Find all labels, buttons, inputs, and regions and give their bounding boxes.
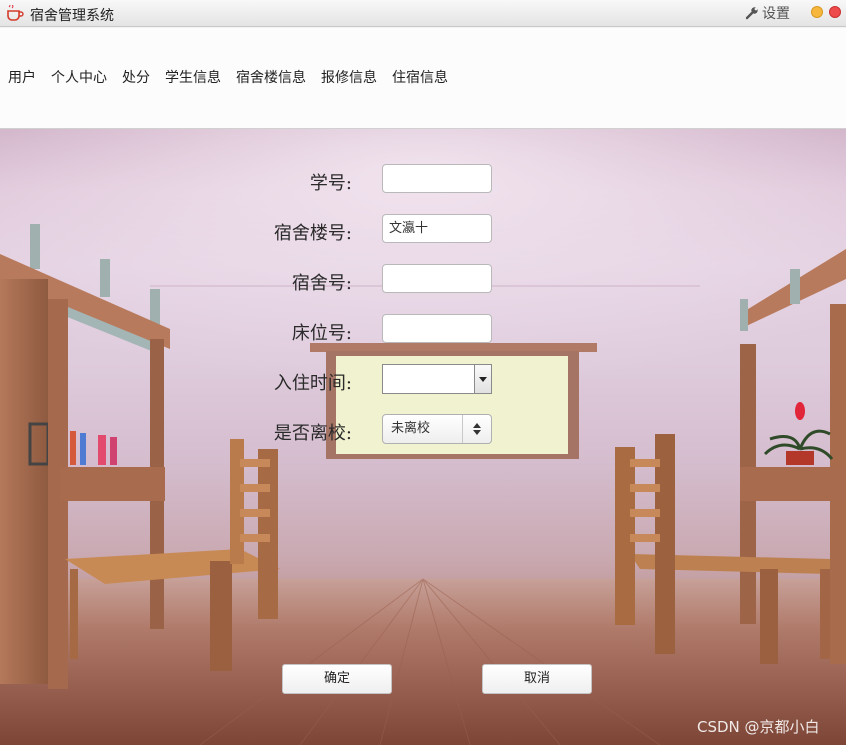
menu-item-repair-info[interactable]: 报修信息 — [313, 68, 384, 88]
left-school-select[interactable]: 未离校 — [382, 414, 492, 444]
student-id-label: 学号: — [309, 173, 352, 194]
cancel-button[interactable]: 取消 — [482, 664, 592, 694]
bed-input[interactable] — [382, 314, 492, 343]
menu-item-lodging-info[interactable]: 住宿信息 — [384, 68, 455, 88]
wrench-icon — [745, 7, 758, 20]
left-school-label: 是否离校: — [273, 423, 352, 444]
settings-label: 设置 — [762, 6, 790, 22]
window-title: 宿舍管理系统 — [30, 8, 114, 24]
confirm-button[interactable]: 确定 — [282, 664, 392, 694]
menu-item-user[interactable]: 用户 — [0, 68, 43, 88]
date-picker-dropdown-button[interactable] — [475, 364, 492, 394]
main-menu: 用户 个人中心 处分 学生信息 宿舍楼信息 报修信息 住宿信息 — [0, 68, 455, 88]
room-input[interactable] — [382, 264, 492, 293]
bed-label: 床位号: — [291, 323, 352, 344]
watermark: CSDN @京都小白 — [697, 718, 820, 736]
checkin-time-input[interactable] — [382, 364, 475, 394]
menu-item-profile[interactable]: 个人中心 — [43, 68, 114, 88]
minimize-button[interactable] — [811, 6, 823, 18]
menu-item-punishment[interactable]: 处分 — [114, 68, 157, 88]
content-panel: 学号: 宿舍楼号: 宿舍号: 床位号: 入住时间: 是否离校: 文瀛十 未离校 … — [0, 129, 846, 745]
up-down-arrows-icon — [462, 415, 491, 443]
menu-item-building-info[interactable]: 宿舍楼信息 — [228, 68, 313, 88]
room-label: 宿舍号: — [291, 273, 352, 294]
settings-button[interactable]: 设置 — [745, 3, 790, 23]
menu-bar: 用户 个人中心 处分 学生信息 宿舍楼信息 报修信息 住宿信息 — [0, 28, 846, 129]
student-id-input[interactable] — [382, 164, 492, 193]
checkin-time-label: 入住时间: — [273, 373, 352, 394]
building-label: 宿舍楼号: — [273, 223, 352, 244]
close-button[interactable] — [829, 6, 841, 18]
title-bar: 宿舍管理系统 设置 — [0, 0, 846, 27]
coffee-cup-icon — [7, 5, 24, 21]
menu-item-student-info[interactable]: 学生信息 — [157, 68, 228, 88]
building-input[interactable]: 文瀛十 — [382, 214, 492, 243]
left-school-selected-value: 未离校 — [391, 421, 431, 436]
